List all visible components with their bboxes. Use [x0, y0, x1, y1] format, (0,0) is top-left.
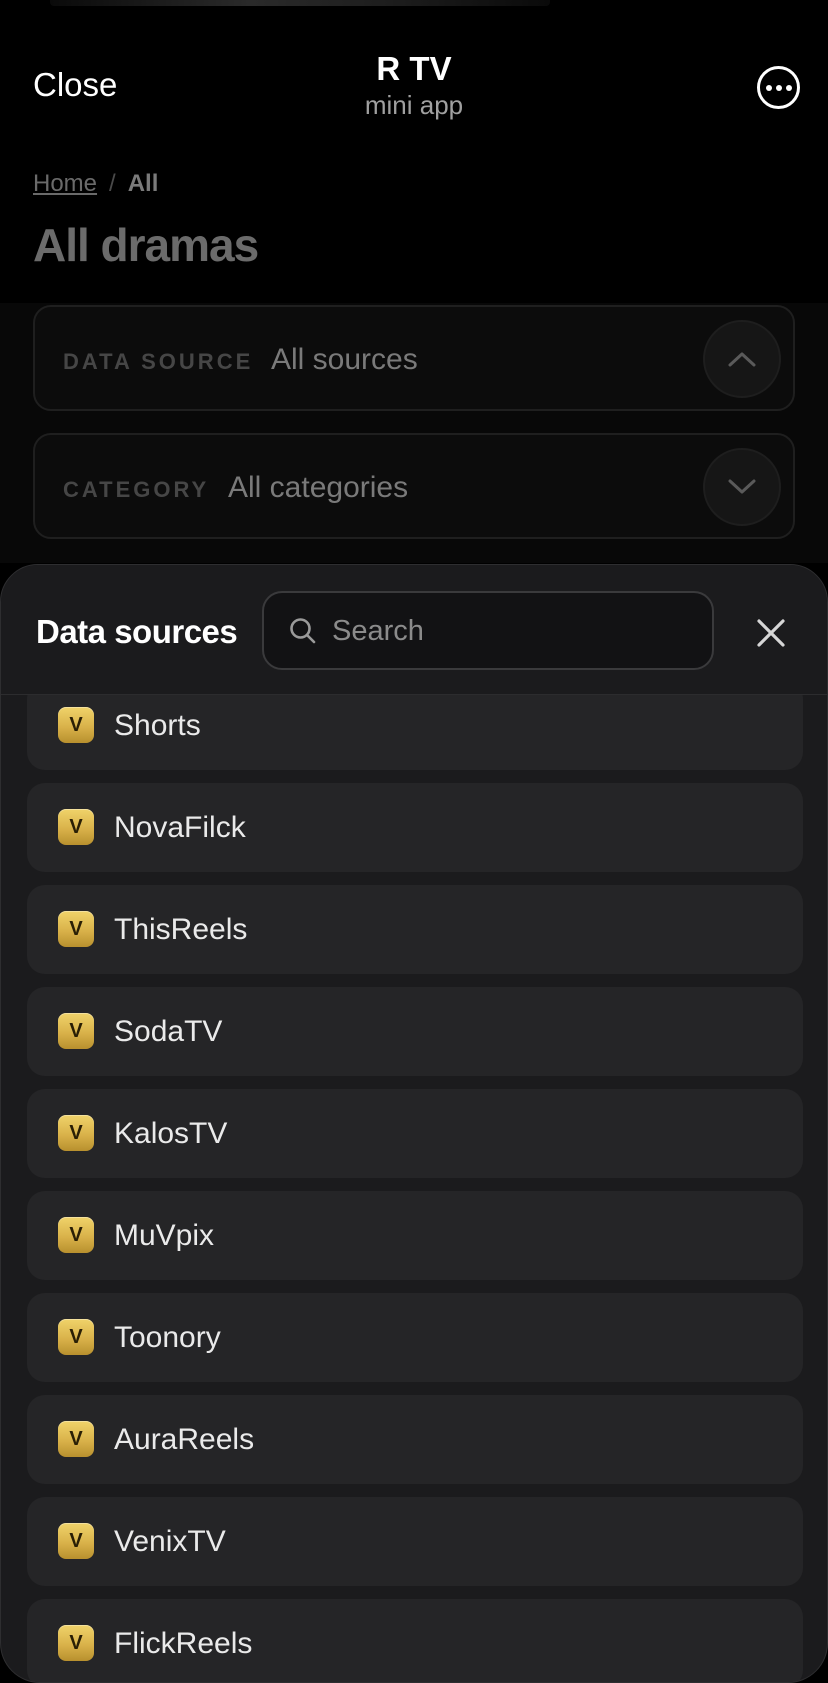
- list-item-muvpix[interactable]: V MuVpix: [27, 1191, 803, 1280]
- category-filter[interactable]: CATEGORY All categories: [33, 433, 795, 539]
- data-source-filter[interactable]: DATA SOURCE All sources: [33, 305, 795, 411]
- list-item-label: MuVpix: [114, 1219, 215, 1252]
- v-badge-icon: V: [58, 809, 94, 845]
- v-badge-icon: V: [58, 1013, 94, 1049]
- more-options-icon[interactable]: [757, 66, 800, 109]
- v-badge-icon: V: [58, 1319, 94, 1355]
- dot: [765, 84, 772, 91]
- sheet-title: Data sources: [36, 613, 238, 650]
- list-item-label: VenixTV: [114, 1525, 226, 1558]
- list-item-label: SodaTV: [114, 1015, 223, 1048]
- list-item-sodatv[interactable]: V SodaTV: [27, 987, 803, 1076]
- list-item-shorts[interactable]: V Shorts: [27, 695, 803, 770]
- v-badge-icon: V: [58, 1115, 94, 1151]
- list-item-venixtv[interactable]: V VenixTV: [27, 1497, 803, 1586]
- close-icon[interactable]: [753, 615, 789, 651]
- v-badge-icon: V: [58, 911, 94, 947]
- list-item-label: KalosTV: [114, 1117, 228, 1150]
- dot: [775, 84, 782, 91]
- data-source-list: V Shorts V NovaFilck V ThisReels V SodaT…: [1, 695, 827, 1682]
- sheet-header: Data sources: [1, 565, 827, 695]
- list-item-toonory[interactable]: V Toonory: [27, 1293, 803, 1382]
- v-badge-icon: V: [58, 1625, 94, 1661]
- breadcrumb-separator: /: [109, 170, 116, 197]
- search-box[interactable]: [262, 591, 714, 670]
- list-item-kalostv[interactable]: V KalosTV: [27, 1089, 803, 1178]
- list-item-label: AuraReels: [114, 1423, 255, 1456]
- list-item-novafilck[interactable]: V NovaFilck: [27, 783, 803, 872]
- data-source-label: DATA SOURCE: [63, 349, 254, 374]
- page-title: All dramas: [33, 219, 259, 271]
- app-subtitle: mini app: [364, 90, 464, 120]
- list-item-label: FlickReels: [114, 1627, 253, 1660]
- list-item-thisreels[interactable]: V ThisReels: [27, 885, 803, 974]
- search-icon: [290, 618, 316, 644]
- breadcrumb: Home / All: [33, 170, 158, 198]
- app-title: R TV: [376, 50, 452, 87]
- data-sources-sheet: Data sources V Shorts V: [0, 564, 828, 1683]
- category-label: CATEGORY: [63, 477, 210, 502]
- list-item-label: NovaFilck: [114, 811, 246, 844]
- mini-app-header: Close R TV mini app: [0, 0, 828, 150]
- breadcrumb-home-link[interactable]: Home: [33, 170, 97, 198]
- v-badge-icon: V: [58, 707, 94, 743]
- v-badge-icon: V: [58, 1217, 94, 1253]
- v-badge-icon: V: [58, 1523, 94, 1559]
- chevron-down-icon[interactable]: [703, 448, 781, 526]
- list-item-aurareels[interactable]: V AuraReels: [27, 1395, 803, 1484]
- data-source-value: All sources: [271, 343, 418, 376]
- chevron-up-icon[interactable]: [703, 320, 781, 398]
- list-item-label: Shorts: [114, 709, 201, 742]
- list-item-label: ThisReels: [114, 913, 248, 946]
- breadcrumb-current: All: [127, 170, 159, 197]
- screen: Close R TV mini app Home / All All drama…: [0, 0, 828, 1683]
- list-item-label: Toonory: [114, 1321, 221, 1354]
- search-input[interactable]: [332, 611, 692, 651]
- category-value: All categories: [228, 471, 409, 504]
- v-badge-icon: V: [58, 1421, 94, 1457]
- dot: [785, 84, 792, 91]
- list-item-flickreels[interactable]: V FlickReels: [27, 1599, 803, 1682]
